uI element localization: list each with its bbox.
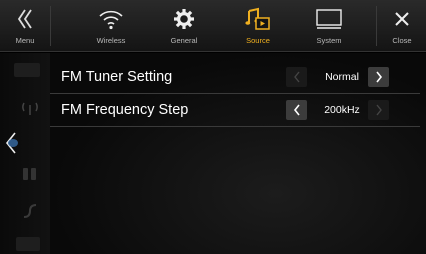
setting-row-fm-frequency-step: FM Frequency Step 200kHz <box>50 94 420 127</box>
tab-close-label: Close <box>392 36 412 45</box>
tab-wireless-label: Wireless <box>96 36 126 45</box>
sidebar-tile-icon <box>14 63 40 77</box>
tab-system-label: System <box>316 36 342 45</box>
tab-general-label: General <box>170 36 198 45</box>
tab-menu[interactable]: Menu <box>0 0 50 52</box>
setting-label: FM Frequency Step <box>61 102 189 118</box>
source-music-icon <box>227 4 289 34</box>
divider <box>50 6 51 46</box>
setting-value: 200kHz <box>324 104 360 116</box>
chevron-left-icon <box>293 71 300 83</box>
tab-source[interactable]: Source <box>227 0 289 52</box>
sidebar <box>0 53 50 254</box>
tab-general[interactable]: General <box>153 0 215 52</box>
chevron-right-icon <box>375 104 382 116</box>
setting-label: FM Tuner Setting <box>61 69 173 85</box>
divider <box>376 6 377 46</box>
tab-close[interactable]: Close <box>378 0 426 52</box>
gear-icon <box>153 4 215 34</box>
increase-button[interactable] <box>368 67 389 87</box>
back-chevron-icon[interactable] <box>2 132 22 154</box>
tab-system[interactable]: System <box>298 0 360 52</box>
sidebar-tile-icon <box>16 237 40 251</box>
wireless-icon <box>80 4 142 34</box>
sidebar-plug-icon <box>20 201 40 221</box>
chevron-left-icon <box>293 104 300 116</box>
chevron-right-icon <box>375 71 382 83</box>
top-nav-bar: Menu Wireless General Source System Clos… <box>0 0 426 52</box>
settings-list: FM Tuner Setting Normal FM Frequency Ste… <box>50 53 426 254</box>
system-monitor-icon <box>298 4 360 34</box>
increase-button[interactable] <box>368 100 389 120</box>
radio-wave-icon <box>20 97 40 117</box>
tab-source-label: Source <box>246 36 270 45</box>
sidebar-device-icon <box>20 165 40 185</box>
decrease-button[interactable] <box>286 100 307 120</box>
setting-value: Normal <box>325 71 359 83</box>
tab-wireless[interactable]: Wireless <box>80 0 142 52</box>
close-icon <box>378 4 426 34</box>
menu-back-icon <box>0 4 50 34</box>
setting-row-fm-tuner: FM Tuner Setting Normal <box>50 61 420 94</box>
tab-menu-label: Menu <box>15 36 35 45</box>
decrease-button[interactable] <box>286 67 307 87</box>
